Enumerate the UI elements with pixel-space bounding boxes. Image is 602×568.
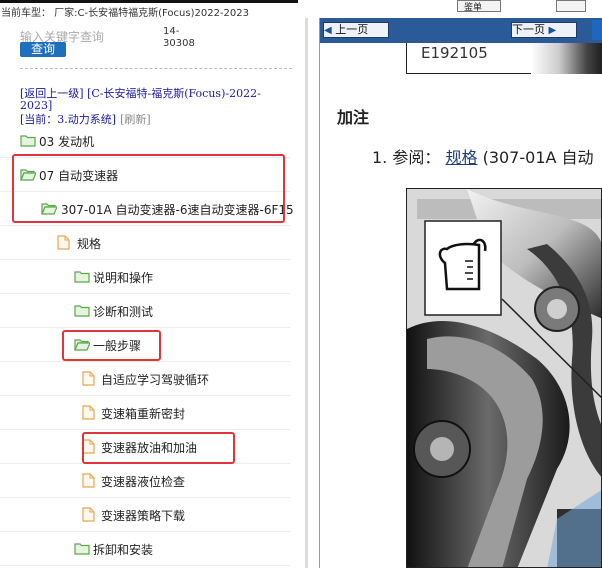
step-text: 1. 参阅： 规格 (307-01A 自动 <box>372 144 594 168</box>
highlight-box <box>82 432 235 464</box>
document-icon <box>57 235 70 250</box>
toolbar-icon-button[interactable] <box>556 0 586 12</box>
top-strip: 当前车型： 厂家:C-长安福特福克斯(Focus)2022-2023 鉴单 <box>0 0 602 19</box>
procedure-figure <box>406 188 602 568</box>
folder-icon <box>74 305 90 317</box>
sidebar: 输入关键字查询 14-30308 查询 [返回上一级] [C-长安福特-福克斯(… <box>0 18 305 568</box>
folder-icon <box>74 271 90 283</box>
tree-item-label: 03 发动机 <box>39 135 95 149</box>
prev-page-button[interactable]: ◀ 上一页 <box>323 22 389 38</box>
tree-item-label: 自适应学习驾驶循环 <box>101 373 210 387</box>
tree-item-label: 说明和操作 <box>93 271 154 285</box>
next-page-label: 下一页 <box>512 23 545 36</box>
nav-edge <box>592 20 602 40</box>
highlight-box <box>12 154 285 223</box>
next-page-button[interactable]: 下一页 ▶ <box>511 22 577 38</box>
tree-item-adaptive-drive-cycle[interactable]: 自适应学习驾驶循环 <box>0 363 290 396</box>
tree-item-label: 变速器液位检查 <box>101 475 186 489</box>
tree-item-label: 规格 <box>77 237 102 251</box>
doc-code: 14-30308 <box>163 26 195 49</box>
tree-item-label: 变速器策略下载 <box>101 509 186 523</box>
tree-item-description-operation[interactable]: 说明和操作 <box>0 261 290 294</box>
prev-page-label: 上一页 <box>335 23 369 36</box>
spec-link[interactable]: 规格 <box>445 148 477 167</box>
folder-icon <box>74 543 90 555</box>
breadcrumb: [返回上一级] [C-长安福特-福克斯(Focus)-2022-2023] <box>20 88 290 112</box>
section-heading: 加注 <box>337 108 370 127</box>
tree-item-diagnosis-testing[interactable]: 诊断和测试 <box>0 295 290 328</box>
engine-bay-image <box>407 189 601 567</box>
document-icon <box>82 371 95 386</box>
tree-item-fluid-level-check[interactable]: 变速器液位检查 <box>0 465 290 498</box>
viewer-margin <box>308 18 320 568</box>
top-dark-bar <box>0 0 298 3</box>
vehicle-info: 当前车型： 厂家:C-长安福特福克斯(Focus)2022-2023 <box>1 8 250 19</box>
tree-item-label: 拆卸和安装 <box>93 543 154 557</box>
tree-item-label: 变速箱重新密封 <box>101 407 186 421</box>
document-viewer: ◀ 上一页 下一页 ▶ E192105 加注 1. 参阅： 规格 (307-01… <box>320 18 602 568</box>
document-icon <box>82 473 95 488</box>
step-suffix: (307-01A 自动 <box>482 148 594 167</box>
search-button[interactable]: 查询 <box>20 42 66 57</box>
step-prefix: 参阅： <box>392 148 441 167</box>
arrow-left-icon: ◀ <box>324 25 332 36</box>
step-number: 1. <box>372 148 388 167</box>
highlight-box <box>62 330 161 361</box>
tree-item-transmission-reseal[interactable]: 变速箱重新密封 <box>0 397 290 430</box>
toolbar-button-label: 鉴单 <box>464 3 483 13</box>
arrow-right-icon: ▶ <box>548 25 557 36</box>
tree-item-removal-installation[interactable]: 拆卸和安装 <box>0 533 290 566</box>
figure-image-fragment <box>531 43 601 74</box>
previous-figure: E192105 <box>406 43 602 74</box>
document-icon <box>82 507 95 522</box>
figure-code: E192105 <box>421 44 488 62</box>
tree-item-specifications[interactable]: 规格 <box>0 227 290 260</box>
folder-icon <box>20 135 36 147</box>
document-icon <box>82 405 95 420</box>
tree-item-label: 诊断和测试 <box>93 305 154 319</box>
divider <box>20 68 292 69</box>
page-nav-bar: ◀ 上一页 下一页 ▶ <box>320 18 602 43</box>
toolbar-button[interactable]: 鉴单 <box>457 0 501 13</box>
tree-item-strategy-download[interactable]: 变速器策略下载 <box>0 499 290 532</box>
